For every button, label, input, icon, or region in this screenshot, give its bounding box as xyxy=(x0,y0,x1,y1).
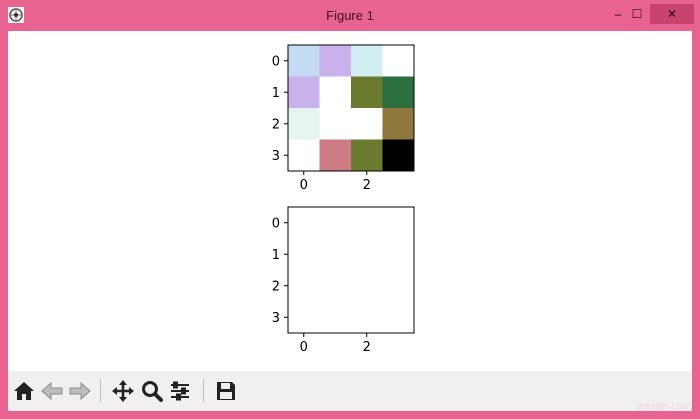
y-tick-label: 3 xyxy=(272,149,280,164)
floppy-disk-icon xyxy=(217,382,235,400)
heatmap-cell-0-3-0 xyxy=(288,139,320,172)
home-icon xyxy=(14,382,34,400)
y-tick-label: 0 xyxy=(272,54,280,69)
sliders-icon xyxy=(171,381,189,401)
subplot-top: 0 1 2 3 0 2 xyxy=(272,44,415,193)
heatmap-cell-0-1-0 xyxy=(288,76,320,109)
axes-frame xyxy=(287,206,415,334)
toolbar-separator xyxy=(203,379,204,403)
watermark: wsxdn.com xyxy=(636,401,692,413)
subplot-bottom: 0 1 2 3 0 2 xyxy=(272,206,415,355)
x-tick-label: 2 xyxy=(363,340,371,355)
navigation-toolbar xyxy=(8,371,692,411)
heatmap-cell-0-0-2 xyxy=(351,45,383,77)
pan-button[interactable] xyxy=(110,378,136,404)
move-icon xyxy=(112,380,134,402)
heatmap-cell-0-2-1 xyxy=(319,108,352,140)
figure-canvas[interactable]: 0 1 2 3 0 2 0 1 2 3 0 2 xyxy=(8,31,692,371)
heatmap-cell-0-0-1 xyxy=(319,45,352,77)
heatmap-cell-0-1-1 xyxy=(319,76,352,109)
heatmap-cell-0-1-2 xyxy=(351,76,383,109)
x-tick-label: 2 xyxy=(363,178,371,193)
arrow-left-icon xyxy=(41,381,63,401)
y-tick-label: 1 xyxy=(272,248,280,263)
y-tick-label: 1 xyxy=(272,86,280,101)
heatmap-cell-0-3-2 xyxy=(351,139,383,172)
x-tick-label: 0 xyxy=(300,178,308,193)
figure-canvas-area: 0 1 2 3 0 2 0 1 2 3 0 2 xyxy=(8,31,692,411)
heatmap-cell-0-0-0 xyxy=(288,45,320,77)
figure-window: Figure 1 – ☐ ✕ 0 1 2 3 0 2 0 1 2 3 0 2 wsxdn.com xyxy=(0,0,700,419)
x-tick-label: 0 xyxy=(300,340,308,355)
heatmap-cell-0-2-2 xyxy=(351,108,383,140)
y-tick-label: 3 xyxy=(272,311,280,326)
magnifier-icon xyxy=(142,381,163,402)
back-button[interactable] xyxy=(39,378,65,404)
title-bar[interactable]: Figure 1 – ☐ ✕ xyxy=(0,0,700,31)
heatmap-cell-0-2-0 xyxy=(288,108,320,140)
heatmap-cell-0-2-3 xyxy=(382,108,415,140)
maximize-button[interactable]: ☐ xyxy=(624,4,650,24)
arrow-right-icon xyxy=(69,381,91,401)
heatmap-cell-0-3-1 xyxy=(319,139,352,172)
toolbar-separator xyxy=(100,379,101,403)
y-tick-label: 2 xyxy=(272,279,280,294)
heatmap-cell-0-1-3 xyxy=(382,76,415,109)
heatmap-cell-0-0-3 xyxy=(382,45,415,77)
heatmap-cell-0-3-3 xyxy=(382,139,415,172)
home-button[interactable] xyxy=(11,378,37,404)
forward-button[interactable] xyxy=(67,378,93,404)
zoom-button[interactable] xyxy=(139,378,165,404)
configure-subplots-button[interactable] xyxy=(167,378,193,404)
window-title: Figure 1 xyxy=(326,8,374,23)
close-button[interactable]: ✕ xyxy=(650,4,694,24)
save-button[interactable] xyxy=(213,378,239,404)
y-tick-label: 0 xyxy=(272,216,280,231)
y-tick-label: 2 xyxy=(272,117,280,132)
